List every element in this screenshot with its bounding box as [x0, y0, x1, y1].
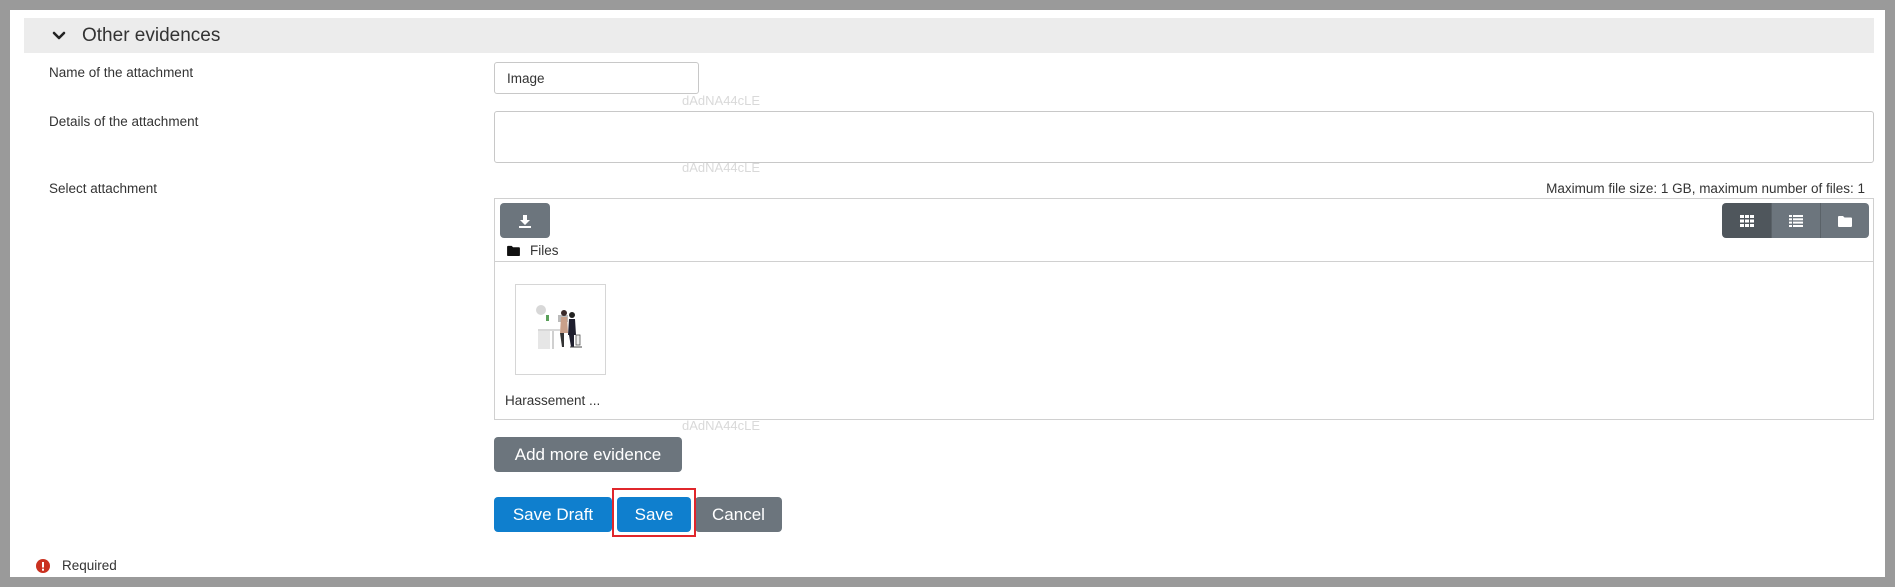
file-name[interactable]: Harassement ...	[505, 393, 600, 408]
name-label: Name of the attachment	[49, 65, 194, 80]
folder-view-icon	[1838, 215, 1852, 227]
cancel-button[interactable]: Cancel	[695, 497, 782, 532]
breadcrumb: Files	[507, 243, 559, 258]
add-file-button[interactable]	[500, 203, 550, 238]
watermark-text: dAdNA44cLE	[682, 93, 761, 108]
form-panel: Other evidences Name of the attachment d…	[10, 10, 1885, 577]
list-view-icon	[1789, 214, 1803, 227]
folder-view-button[interactable]	[1820, 203, 1869, 238]
max-file-size-text: Maximum file size: 1 GB, maximum number …	[1546, 181, 1865, 196]
folder-icon	[507, 245, 520, 256]
breadcrumb-files[interactable]: Files	[530, 243, 559, 258]
save-draft-button[interactable]: Save Draft	[494, 497, 612, 532]
details-label: Details of the attachment	[49, 114, 199, 129]
add-more-evidence-button[interactable]: Add more evidence	[494, 437, 682, 472]
file-manager: Files Harassement ...	[494, 198, 1874, 420]
chevron-down-icon	[52, 31, 66, 39]
required-icon	[36, 558, 50, 573]
required-label: Required	[62, 558, 117, 573]
watermark-text: dAdNA44cLE	[682, 418, 761, 433]
view-mode-group	[1722, 203, 1869, 238]
list-view-button[interactable]	[1771, 203, 1820, 238]
file-manager-toolbar: Files	[495, 199, 1873, 262]
download-icon	[519, 214, 531, 228]
grid-view-button[interactable]	[1722, 203, 1771, 238]
details-textarea[interactable]	[494, 111, 1874, 163]
section-header-other-evidences[interactable]: Other evidences	[24, 18, 1874, 53]
grid-view-icon	[1739, 214, 1754, 227]
watermark-text: dAdNA44cLE	[682, 160, 761, 175]
select-attachment-label: Select attachment	[49, 181, 158, 196]
file-thumbnail[interactable]	[515, 284, 606, 375]
name-input[interactable]	[494, 62, 699, 94]
section-title: Other evidences	[82, 24, 221, 46]
image-preview-icon	[536, 305, 582, 349]
save-highlight-box	[612, 488, 696, 537]
required-legend: Required	[36, 558, 117, 573]
